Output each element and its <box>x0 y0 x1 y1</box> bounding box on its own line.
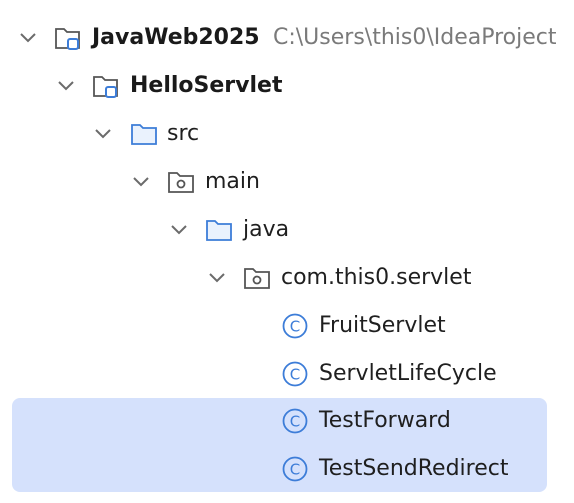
tree-row-fruitservlet[interactable]: C FruitServlet <box>0 302 574 350</box>
tree-row-src[interactable]: src <box>0 110 574 158</box>
tree-item-label: ServletLifeCycle <box>319 361 497 386</box>
svg-text:C: C <box>290 461 300 479</box>
svg-text:C: C <box>290 413 300 431</box>
project-path: C:\Users\this0\IdeaProject <box>273 25 557 50</box>
tree-row-helloservlet[interactable]: HelloServlet <box>0 62 574 110</box>
tree-item-label: TestSendRedirect <box>319 456 509 481</box>
tree-item-label: java <box>243 217 290 242</box>
tree-item-label: src <box>167 121 200 146</box>
tree-item-label: HelloServlet <box>130 73 283 98</box>
tree-row-javaweb2025[interactable]: JavaWeb2025 C:\Users\this0\IdeaProject <box>0 14 574 62</box>
tree-item-label: main <box>205 169 260 194</box>
tree-row-java[interactable]: java <box>0 206 574 254</box>
tree-row-testforward[interactable]: C TestForward <box>0 397 574 445</box>
tree-row-main[interactable]: main <box>0 158 574 206</box>
tree-item-label: FruitServlet <box>319 313 446 338</box>
chevron-down-icon[interactable] <box>18 28 38 48</box>
package-folder-icon <box>167 168 195 196</box>
tree-item-label: TestForward <box>319 408 451 433</box>
java-class-icon: C <box>281 360 309 388</box>
chevron-down-icon[interactable] <box>56 76 76 96</box>
project-tree: JavaWeb2025 C:\Users\this0\IdeaProject H… <box>0 0 574 503</box>
tree-row-testsendredirect[interactable]: C TestSendRedirect <box>0 445 574 493</box>
chevron-down-icon[interactable] <box>131 172 151 192</box>
java-class-icon: C <box>281 407 309 435</box>
java-class-icon: C <box>281 312 309 340</box>
java-class-icon: C <box>281 455 309 483</box>
module-folder-icon <box>92 72 120 100</box>
chevron-down-icon[interactable] <box>169 220 189 240</box>
project-module-folder-icon <box>54 24 82 52</box>
tree-row-servletlifecycle[interactable]: C ServletLifeCycle <box>0 350 574 398</box>
tree-item-label: com.this0.servlet <box>281 265 472 290</box>
chevron-down-icon[interactable] <box>207 268 227 288</box>
folder-icon <box>130 120 158 148</box>
chevron-down-icon[interactable] <box>93 124 113 144</box>
tree-item-label: JavaWeb2025 <box>92 25 260 50</box>
folder-icon <box>205 216 233 244</box>
svg-text:C: C <box>290 318 300 336</box>
package-folder-icon <box>243 264 271 292</box>
tree-row-com-this0-servlet[interactable]: com.this0.servlet <box>0 254 574 302</box>
svg-text:C: C <box>290 366 300 384</box>
